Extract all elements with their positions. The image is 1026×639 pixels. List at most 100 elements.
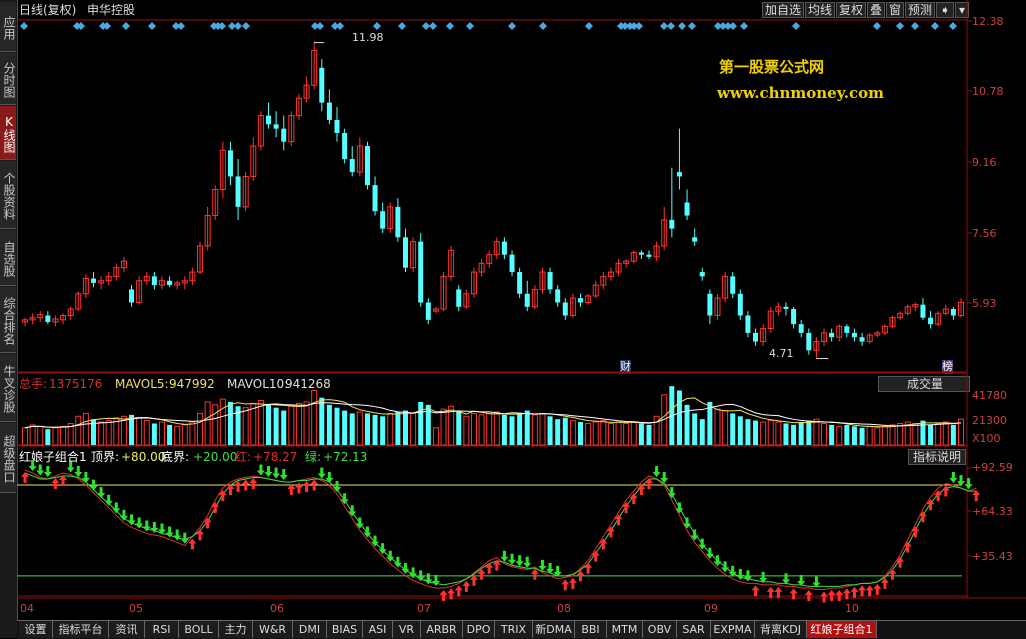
bottom-tab-15[interactable]: BBI <box>575 621 607 638</box>
up-arrow-icon <box>645 477 653 489</box>
down-arrow-icon <box>538 559 547 571</box>
volume-bar <box>273 407 279 445</box>
volume-bar <box>334 407 340 445</box>
bottom-tab-5[interactable]: 主力 <box>219 621 253 638</box>
bottom-tab-2[interactable]: 资讯 <box>109 621 145 638</box>
candle-body <box>578 298 584 303</box>
candle-body <box>753 332 759 342</box>
volume-bar <box>219 398 226 446</box>
volume-bar <box>45 429 51 445</box>
volume-bar <box>181 424 188 446</box>
volume-bar <box>29 424 36 446</box>
candle-body <box>395 206 401 238</box>
volume-bar <box>364 413 370 445</box>
signal-diamond-icon <box>740 22 748 30</box>
signal-diamond-icon <box>429 22 437 30</box>
signal-diamond-icon <box>585 22 593 30</box>
bottom-tab-11[interactable]: ARBR <box>421 621 463 638</box>
bottom-tab-12[interactable]: DPO <box>463 621 495 638</box>
up-arrow-icon <box>211 502 220 514</box>
candle-body <box>334 119 340 133</box>
bottom-tab-0[interactable]: 设置 <box>19 621 53 638</box>
mavol10-line <box>24 402 962 429</box>
volume-bar <box>897 422 904 446</box>
bottom-tab-19[interactable]: EXPMA <box>711 621 755 638</box>
candle-body <box>364 146 370 186</box>
volume-bar <box>52 427 59 446</box>
volume-bar <box>151 423 157 445</box>
candle-body <box>950 308 956 316</box>
volume-bar <box>791 424 797 445</box>
bottom-tab-13[interactable]: TRIX <box>495 621 533 638</box>
left-tab-yingyong[interactable]: 应用 <box>0 2 16 52</box>
volume-bar <box>311 389 318 446</box>
price-panel-frame <box>17 19 968 373</box>
down-arrow-icon <box>256 464 265 476</box>
down-arrow-icon <box>523 556 532 568</box>
volume-bar <box>942 421 949 446</box>
left-tab-chaoji-pankou[interactable]: 超级盘口 <box>0 423 16 493</box>
bottom-tab-6[interactable]: W&R <box>253 621 293 638</box>
up-arrow-icon <box>454 585 463 597</box>
volume-bar <box>295 402 302 446</box>
bottom-tab-9[interactable]: ASI <box>363 621 393 638</box>
up-arrow-icon <box>584 562 593 574</box>
volume-bar <box>783 423 789 445</box>
volume-bar <box>509 416 515 445</box>
volume-bar <box>531 414 538 446</box>
candle-body <box>235 176 241 207</box>
candle-body <box>349 159 355 173</box>
volume-bar <box>250 402 257 446</box>
volume-bar <box>418 401 424 445</box>
bottom-tab-1[interactable]: 指标平台 <box>53 621 109 638</box>
signal-diamond-icon <box>667 22 675 30</box>
candle-body <box>167 280 173 286</box>
signal-diamond-icon <box>660 22 668 30</box>
volume-bar <box>638 423 644 445</box>
volume-bar <box>380 416 386 445</box>
bottom-tab-3[interactable]: RSI <box>145 621 179 638</box>
candle-body <box>730 276 736 294</box>
bottom-tab-14[interactable]: 新DMA <box>533 621 575 638</box>
candle-body <box>266 115 272 125</box>
signal-diamond-icon <box>896 22 904 30</box>
bottom-tab-8[interactable]: BIAS <box>327 621 363 638</box>
up-arrow-icon <box>858 585 867 597</box>
volume-bar <box>326 404 332 445</box>
bottom-tab-20[interactable]: 背离KDJ <box>755 621 807 638</box>
bottom-tab-21[interactable]: 红娘子组合1 <box>807 621 877 638</box>
bottom-tab-18[interactable]: SAR <box>677 621 711 638</box>
bottom-tab-bar: 设置 指标平台 资讯 RSI BOLL 主力 W&R DMI BIAS ASI VR ARBR DPO T… <box>17 620 1026 639</box>
left-tab-niucha-zhengu[interactable]: 牛叉诊股 <box>0 354 16 422</box>
signal-diamond-icon <box>373 22 381 30</box>
volume-bar <box>722 410 729 446</box>
bottom-tab-16[interactable]: MTM <box>607 621 643 638</box>
left-tab-kline[interactable]: K线图 <box>0 106 16 160</box>
left-tab-gegu-ziliao[interactable]: 个股资料 <box>0 161 16 229</box>
volume-bar <box>204 401 211 446</box>
signal-diamond-icon <box>508 22 516 30</box>
candle-body <box>456 289 462 307</box>
bottom-tab-10[interactable]: VR <box>393 621 421 638</box>
down-arrow-icon <box>652 465 661 477</box>
volume-bar <box>143 420 150 446</box>
stock-chart[interactable] <box>17 0 1026 620</box>
volume-bar <box>767 420 774 446</box>
down-arrow-icon <box>728 565 737 577</box>
left-tab-zonghe-paiming[interactable]: 综合排名 <box>0 287 16 353</box>
volume-bar <box>806 420 812 445</box>
left-tab-zixuangu[interactable]: 自选股 <box>0 230 16 286</box>
candle-body <box>676 172 682 177</box>
left-tab-fenshi[interactable]: 分时图 <box>0 53 16 105</box>
volume-bar <box>798 422 804 445</box>
bottom-tab-4[interactable]: BOLL <box>179 621 219 638</box>
bottom-tab-7[interactable]: DMI <box>293 621 327 638</box>
volume-bar <box>692 413 698 445</box>
down-arrow-icon <box>272 467 281 479</box>
signal-diamond-icon <box>234 22 242 30</box>
up-arrow-icon <box>972 490 981 502</box>
volume-bar <box>920 420 926 445</box>
candle-body <box>273 124 279 129</box>
bottom-tab-17[interactable]: OBV <box>643 621 677 638</box>
volume-bar <box>486 412 493 446</box>
